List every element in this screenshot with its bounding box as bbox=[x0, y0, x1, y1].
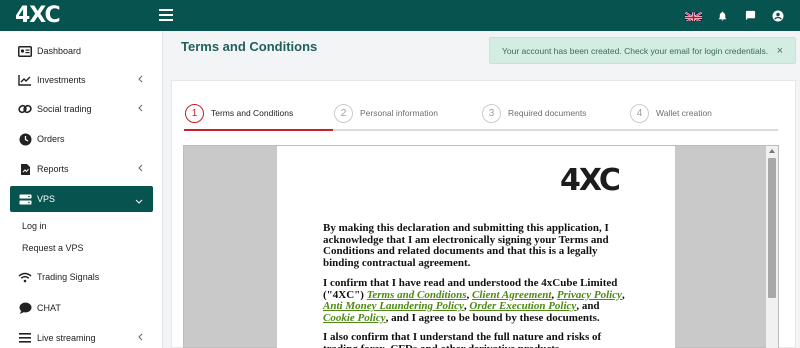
sidebar-item-investments[interactable]: Investments bbox=[10, 67, 153, 93]
sidebar: Dashboard Investments Social trading Ord… bbox=[0, 31, 163, 348]
link-client-agreement[interactable]: Client Agreement bbox=[472, 289, 551, 301]
sidebar-subitem-log-in[interactable]: Log in bbox=[22, 221, 47, 231]
sidebar-item-label: Investments bbox=[37, 75, 86, 85]
bell-icon[interactable] bbox=[714, 8, 730, 24]
menu-icon bbox=[17, 330, 33, 346]
sidebar-item-label: CHAT bbox=[37, 303, 61, 313]
chevron-left-icon bbox=[138, 164, 143, 174]
sidebar-item-label: Orders bbox=[37, 134, 65, 144]
brand-logo-text: 4XC bbox=[15, 2, 61, 28]
uk-flag-icon[interactable] bbox=[685, 10, 702, 21]
sidebar-item-trading-signals[interactable]: Trading Signals bbox=[10, 264, 153, 290]
step-personal-information[interactable]: 2 Personal information bbox=[334, 103, 438, 123]
top-bar-actions bbox=[685, 0, 786, 31]
step-label: Required documents bbox=[508, 108, 587, 118]
document-paragraph-declaration: By making this declaration and submittin… bbox=[323, 222, 609, 269]
step-number: 2 bbox=[334, 103, 353, 123]
step-wallet-creation[interactable]: 4 Wallet creation bbox=[630, 103, 712, 123]
document-paragraph-risks: I also confirm that I understand the ful… bbox=[323, 331, 602, 348]
step-number: 3 bbox=[482, 103, 501, 123]
sidebar-item-label: VPS bbox=[37, 194, 56, 204]
sidebar-subitem-request-vps[interactable]: Request a VPS bbox=[22, 243, 84, 253]
link-privacy-policy[interactable]: Privacy Policy bbox=[557, 289, 622, 301]
alert-message: Your account has been created. Check you… bbox=[502, 45, 769, 56]
scrollbar-thumb[interactable] bbox=[768, 158, 776, 298]
dashboard-icon bbox=[17, 43, 33, 59]
step-terms-and-conditions[interactable]: 1 Terms and Conditions bbox=[185, 103, 293, 123]
brand-logo[interactable]: 4XC bbox=[15, 1, 61, 29]
step-label: Wallet creation bbox=[656, 108, 712, 118]
sidebar-item-label: Reports bbox=[37, 164, 69, 174]
wifi-icon bbox=[17, 269, 33, 285]
chart-line-icon bbox=[17, 72, 33, 88]
sidebar-item-chat[interactable]: CHAT bbox=[10, 295, 153, 321]
sidebar-item-label: Trading Signals bbox=[37, 272, 100, 282]
link-aml-policy[interactable]: Anti Money Laundering Policy bbox=[323, 300, 464, 312]
account-icon[interactable] bbox=[770, 8, 786, 24]
sidebar-item-label: Live streaming bbox=[37, 333, 96, 343]
sidebar-item-dashboard[interactable]: Dashboard bbox=[10, 38, 153, 64]
page-title: Terms and Conditions bbox=[181, 39, 318, 54]
hamburger-menu-icon[interactable] bbox=[159, 6, 173, 24]
step-number: 1 bbox=[185, 103, 204, 123]
step-label: Terms and Conditions bbox=[211, 108, 294, 118]
close-icon[interactable]: × bbox=[777, 45, 783, 57]
sidebar-item-orders[interactable]: Orders bbox=[10, 126, 153, 152]
top-bar: 4XC bbox=[0, 0, 800, 31]
orders-icon bbox=[17, 131, 33, 147]
sidebar-item-label: Social trading bbox=[37, 104, 92, 114]
link-terms-and-conditions[interactable]: Terms and Conditions bbox=[367, 289, 467, 301]
scroll-up-arrow-icon[interactable] bbox=[769, 149, 775, 153]
sidebar-item-vps[interactable]: VPS bbox=[10, 186, 153, 212]
chevron-left-icon bbox=[138, 333, 143, 343]
document-paragraph-confirm: I confirm that I have read and understoo… bbox=[323, 277, 625, 324]
chevron-down-icon bbox=[135, 196, 143, 206]
link-icon bbox=[17, 101, 33, 117]
sidebar-item-reports[interactable]: Reports bbox=[10, 156, 153, 182]
success-alert: Your account has been created. Check you… bbox=[489, 37, 796, 64]
link-cookie-policy[interactable]: Cookie Policy bbox=[323, 312, 386, 324]
chat-icon[interactable] bbox=[742, 8, 758, 24]
link-order-execution-policy[interactable]: Order Execution Policy bbox=[469, 300, 576, 312]
sidebar-item-social-trading[interactable]: Social trading bbox=[10, 96, 153, 122]
chat-bubble-icon bbox=[17, 300, 33, 316]
chevron-left-icon bbox=[138, 104, 143, 114]
step-number: 4 bbox=[630, 103, 649, 123]
server-icon bbox=[17, 191, 33, 207]
chevron-left-icon bbox=[138, 75, 143, 85]
stepper-progress bbox=[184, 129, 333, 131]
step-required-documents[interactable]: 3 Required documents bbox=[482, 103, 586, 123]
sidebar-item-live-streaming[interactable]: Live streaming bbox=[10, 325, 153, 348]
sidebar-item-label: Dashboard bbox=[37, 46, 82, 56]
report-icon bbox=[17, 161, 33, 177]
document-logo: 4XC bbox=[560, 163, 621, 198]
step-label: Personal information bbox=[360, 108, 438, 118]
